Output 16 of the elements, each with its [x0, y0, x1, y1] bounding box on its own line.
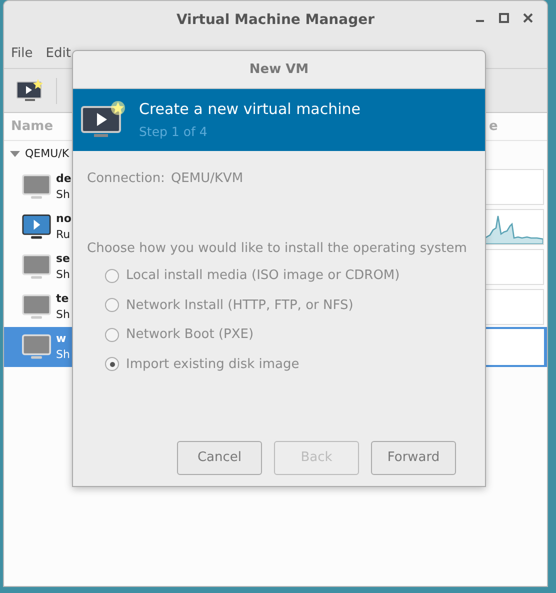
vm-status: Sh	[56, 347, 70, 363]
step-label: Step 1 of 4	[139, 122, 208, 141]
vm-status: Ru	[56, 227, 70, 243]
window-title: Virtual Machine Manager	[176, 10, 375, 30]
vm-name: w	[56, 331, 66, 347]
vm-name: de	[56, 171, 72, 187]
vm-name: se	[56, 251, 70, 267]
connection-value: QEMU/KVM	[170, 170, 244, 188]
vm-name: te	[56, 291, 69, 307]
vm-name: no	[56, 211, 72, 227]
banner-title: Create a new virtual machine	[139, 99, 361, 120]
vm-status: Sh	[56, 307, 70, 323]
vm-status: Sh	[56, 187, 70, 203]
connection-label: Connection:	[87, 170, 165, 188]
vm-status: Sh	[56, 267, 70, 283]
install-prompt: Choose how you would like to install the operating system	[87, 240, 468, 258]
